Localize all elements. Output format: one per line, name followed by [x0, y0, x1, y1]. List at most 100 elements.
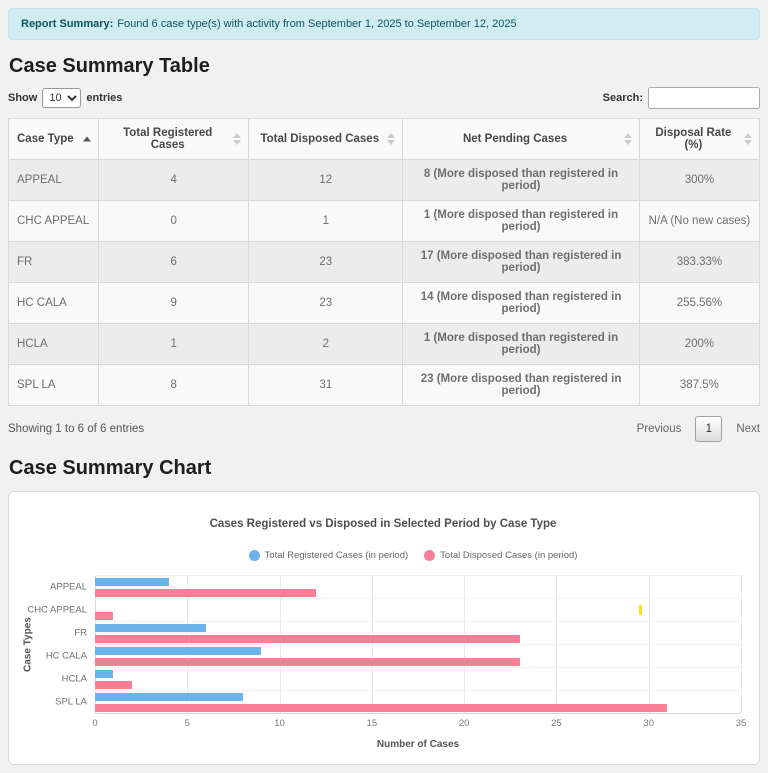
cell-registered-cases: 6	[99, 242, 249, 283]
legend-swatch-icon	[424, 550, 435, 561]
table-section-title: Case Summary Table	[9, 55, 760, 78]
cell-registered-cases: 1	[99, 324, 249, 365]
banner-text: Found 6 case type(s) with activity from …	[117, 18, 516, 30]
category-label-chc-appeal: CHC APPEAL	[27, 604, 87, 615]
sort-icon	[624, 133, 632, 145]
column-header-case-type[interactable]: Case Type	[9, 119, 99, 160]
table-row: CHC APPEAL011 (More disposed than regist…	[9, 201, 760, 242]
cell-registered-cases: 4	[99, 160, 249, 201]
banner-label: Report Summary:	[21, 18, 113, 30]
report-summary-banner: Report Summary: Found 6 case type(s) with…	[8, 8, 760, 40]
bar-total-registered-cases-in-period-fr	[95, 624, 206, 632]
cell-disposal-rate: 387.5%	[639, 365, 759, 406]
x-tick-label: 10	[274, 718, 285, 729]
sort-icon	[233, 133, 241, 145]
page-length-select[interactable]: 10	[42, 88, 81, 108]
table-header-row: Case Type Total Registered Cases Total Dis…	[9, 119, 760, 160]
column-header-total-registered-cases[interactable]: Total Registered Cases	[99, 119, 249, 160]
cell-disposed-cases: 23	[249, 283, 403, 324]
sort-icon	[744, 133, 752, 145]
column-header-total-disposed-cases[interactable]: Total Disposed Cases	[249, 119, 403, 160]
sort-down-arrow-icon	[233, 140, 241, 145]
cell-disposal-rate: 200%	[639, 324, 759, 365]
table-controls: Show 10 entries Search:	[8, 87, 760, 109]
table-row: SPL LA83123 (More disposed than register…	[9, 365, 760, 406]
search-input[interactable]	[648, 87, 760, 109]
category-band-fr	[95, 621, 741, 644]
highlight-artifact	[639, 605, 642, 615]
table-row: APPEAL4128 (More disposed than registere…	[9, 160, 760, 201]
bar-total-registered-cases-in-period-hc-cala	[95, 647, 261, 655]
cell-net-pending: 23 (More disposed than registered in per…	[403, 365, 640, 406]
category-band-hc-cala	[95, 644, 741, 667]
cell-disposal-rate: N/A (No new cases)	[639, 201, 759, 242]
legend-label: Total Registered Cases (in period)	[265, 550, 409, 561]
legend-label: Total Disposed Cases (in period)	[440, 550, 577, 561]
sort-up-arrow-icon	[83, 137, 91, 142]
chart-title: Cases Registered vs Disposed in Selected…	[19, 518, 747, 530]
cell-disposed-cases: 12	[249, 160, 403, 201]
cell-disposed-cases: 31	[249, 365, 403, 406]
x-tick-label: 25	[551, 718, 562, 729]
x-tick-label: 35	[736, 718, 747, 729]
x-tick-label: 15	[367, 718, 378, 729]
column-header-label: Total Registered Cases	[123, 127, 212, 151]
sort-up-arrow-icon	[744, 133, 752, 138]
x-tick-label: 0	[92, 718, 97, 729]
cell-registered-cases: 8	[99, 365, 249, 406]
bar-total-disposed-cases-in-period-chc-appeal	[95, 612, 113, 620]
bar-total-disposed-cases-in-period-fr	[95, 635, 520, 643]
x-axis-ticks: 05101520253035	[95, 718, 741, 731]
cell-registered-cases: 0	[99, 201, 249, 242]
plot-area: APPEALCHC APPEALFRHC CALAHCLASPL LA	[95, 575, 741, 714]
previous-button[interactable]: Previous	[637, 423, 682, 435]
category-band-hcla	[95, 667, 741, 690]
search-control: Search:	[603, 87, 760, 109]
table-info: Showing 1 to 6 of 6 entries	[8, 423, 144, 435]
bar-total-disposed-cases-in-period-spl-la	[95, 704, 667, 712]
bar-total-disposed-cases-in-period-hcla	[95, 681, 132, 689]
sort-asc-icon	[83, 137, 91, 142]
cell-net-pending: 8 (More disposed than registered in peri…	[403, 160, 640, 201]
bar-total-registered-cases-in-period-hcla	[95, 670, 113, 678]
bar-total-disposed-cases-in-period-appeal	[95, 589, 316, 597]
sort-down-arrow-icon	[387, 140, 395, 145]
search-label: Search:	[603, 92, 643, 104]
cell-case-type: CHC APPEAL	[9, 201, 99, 242]
category-label-fr: FR	[74, 627, 87, 638]
report-page: Report Summary: Found 6 case type(s) with…	[0, 0, 768, 773]
legend-item-total-disposed-cases-in-period[interactable]: Total Disposed Cases (in period)	[424, 550, 577, 561]
column-header-disposal-rate[interactable]: Disposal Rate (%)	[639, 119, 759, 160]
cell-net-pending: 17 (More disposed than registered in per…	[403, 242, 640, 283]
gridline	[741, 575, 742, 713]
chart-legend: Total Registered Cases (in period) Total …	[79, 550, 747, 561]
bar-total-registered-cases-in-period-appeal	[95, 578, 169, 586]
cell-disposed-cases: 23	[249, 242, 403, 283]
sort-icon	[387, 133, 395, 145]
category-band-appeal	[95, 575, 741, 598]
cell-net-pending: 14 (More disposed than registered in per…	[403, 283, 640, 324]
table-row: HC CALA92314 (More disposed than registe…	[9, 283, 760, 324]
table-body: APPEAL4128 (More disposed than registere…	[9, 160, 760, 406]
cell-disposed-cases: 2	[249, 324, 403, 365]
y-axis-title: Case Types	[19, 575, 37, 714]
sort-up-arrow-icon	[387, 133, 395, 138]
cell-case-type: FR	[9, 242, 99, 283]
show-label: Show	[8, 92, 37, 104]
bar-total-registered-cases-in-period-spl-la	[95, 693, 243, 701]
table-row: FR62317 (More disposed than registered i…	[9, 242, 760, 283]
cell-disposal-rate: 255.56%	[639, 283, 759, 324]
x-tick-label: 5	[185, 718, 190, 729]
category-label-spl-la: SPL LA	[55, 696, 87, 707]
column-header-net-pending-cases[interactable]: Net Pending Cases	[403, 119, 640, 160]
page-1-button[interactable]: 1	[695, 416, 722, 442]
next-button[interactable]: Next	[736, 423, 760, 435]
cell-case-type: SPL LA	[9, 365, 99, 406]
cell-case-type: APPEAL	[9, 160, 99, 201]
case-summary-table: Case Type Total Registered Cases Total Dis…	[8, 118, 760, 406]
entries-label: entries	[86, 92, 122, 104]
table-row: HCLA121 (More disposed than registered i…	[9, 324, 760, 365]
legend-item-total-registered-cases-in-period[interactable]: Total Registered Cases (in period)	[249, 550, 409, 561]
page-length-control: Show 10 entries	[8, 88, 122, 108]
chart-card: Cases Registered vs Disposed in Selected…	[8, 491, 760, 765]
